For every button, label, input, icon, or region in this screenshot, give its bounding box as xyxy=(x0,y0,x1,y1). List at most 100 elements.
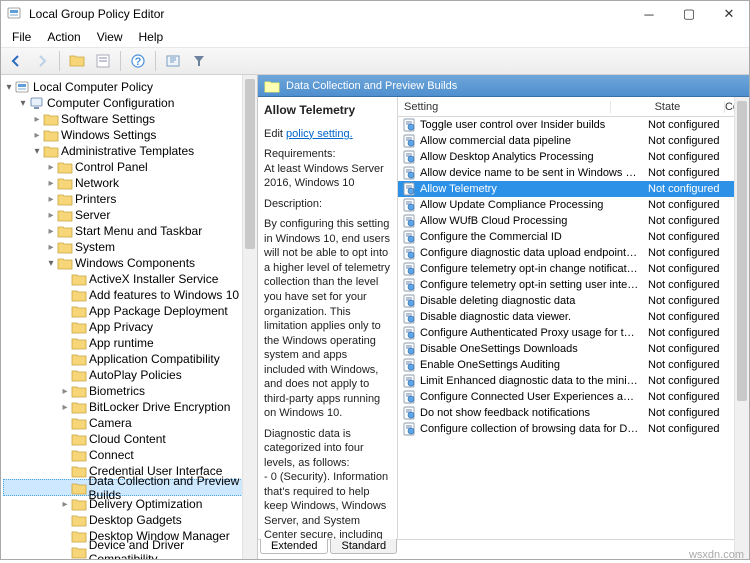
menu-file[interactable]: File xyxy=(5,28,38,46)
setting-row[interactable]: Allow TelemetryNot configured xyxy=(398,181,749,197)
export-button[interactable] xyxy=(162,50,184,72)
folder-icon xyxy=(71,448,87,462)
folder-icon xyxy=(57,256,73,270)
tree-node[interactable]: Control Panel xyxy=(3,159,257,175)
tree-node-label: Network xyxy=(75,176,119,190)
setting-row[interactable]: Toggle user control over Insider buildsN… xyxy=(398,117,749,133)
menu-action[interactable]: Action xyxy=(40,28,87,46)
back-button[interactable] xyxy=(5,50,27,72)
expand-toggle[interactable] xyxy=(45,194,57,205)
tree-node[interactable]: AutoPlay Policies xyxy=(3,367,257,383)
setting-row[interactable]: Allow Desktop Analytics ProcessingNot co… xyxy=(398,149,749,165)
tree-node[interactable]: Windows Settings xyxy=(3,127,257,143)
tree-node[interactable]: Cloud Content xyxy=(3,431,257,447)
setting-row[interactable]: Limit Enhanced diagnostic data to the mi… xyxy=(398,373,749,389)
col-state[interactable]: State xyxy=(611,101,725,113)
settings-list[interactable]: Toggle user control over Insider buildsN… xyxy=(398,117,749,539)
setting-row[interactable]: Allow device name to be sent in Windows … xyxy=(398,165,749,181)
setting-row[interactable]: Allow commercial data pipelineNot config… xyxy=(398,133,749,149)
tree-node[interactable]: System xyxy=(3,239,257,255)
expand-toggle[interactable] xyxy=(59,499,71,510)
expand-toggle[interactable] xyxy=(31,114,43,125)
expand-toggle[interactable] xyxy=(3,82,15,93)
setting-row[interactable]: Disable deleting diagnostic dataNot conf… xyxy=(398,293,749,309)
tree-node[interactable]: Device and Driver Compatibility xyxy=(3,544,257,559)
expand-toggle[interactable] xyxy=(45,226,57,237)
col-setting[interactable]: Setting xyxy=(398,101,611,113)
tree-node[interactable]: App runtime xyxy=(3,335,257,351)
expand-toggle[interactable] xyxy=(45,210,57,221)
setting-row[interactable]: Configure telemetry opt-in setting user … xyxy=(398,277,749,293)
expand-toggle[interactable] xyxy=(45,162,57,173)
tree-node[interactable]: App Package Deployment xyxy=(3,303,257,319)
setting-row[interactable]: Do not show feedback notificationsNot co… xyxy=(398,405,749,421)
up-button[interactable] xyxy=(66,50,88,72)
filter-button[interactable] xyxy=(188,50,210,72)
policy-icon xyxy=(402,374,416,388)
tree-node[interactable]: Computer Configuration xyxy=(3,95,257,111)
setting-state: Not configured xyxy=(640,167,740,179)
tree-scrollbar[interactable] xyxy=(242,75,257,559)
column-headers[interactable]: Setting State Co xyxy=(398,97,749,117)
expand-toggle[interactable] xyxy=(45,258,57,269)
tree-node[interactable]: App Privacy xyxy=(3,319,257,335)
setting-state: Not configured xyxy=(640,119,740,131)
setting-row[interactable]: Enable OneSettings AuditingNot configure… xyxy=(398,357,749,373)
expand-toggle[interactable] xyxy=(59,386,71,397)
tree-node-label: ActiveX Installer Service xyxy=(89,272,218,286)
close-button[interactable]: ✕ xyxy=(709,1,749,27)
tree-node[interactable]: Application Compatibility xyxy=(3,351,257,367)
setting-row[interactable]: Disable OneSettings DownloadsNot configu… xyxy=(398,341,749,357)
forward-button[interactable] xyxy=(31,50,53,72)
tree-node[interactable]: Data Collection and Preview Builds xyxy=(3,479,257,496)
expand-toggle[interactable] xyxy=(17,98,29,109)
setting-row[interactable]: Allow Update Compliance ProcessingNot co… xyxy=(398,197,749,213)
tree-node[interactable]: Administrative Templates xyxy=(3,143,257,159)
expand-toggle[interactable] xyxy=(31,130,43,141)
setting-row[interactable]: Allow WUfB Cloud ProcessingNot configure… xyxy=(398,213,749,229)
setting-row[interactable]: Configure collection of browsing data fo… xyxy=(398,421,749,437)
setting-row[interactable]: Configure Authenticated Proxy usage for … xyxy=(398,325,749,341)
setting-row[interactable]: Configure the Commercial IDNot configure… xyxy=(398,229,749,245)
tree-node[interactable]: Local Computer Policy xyxy=(3,79,257,95)
tree-node[interactable]: Biometrics xyxy=(3,383,257,399)
tree-node[interactable]: Software Settings xyxy=(3,111,257,127)
tab-standard[interactable]: Standard xyxy=(330,539,397,554)
setting-row[interactable]: Disable diagnostic data viewer.Not confi… xyxy=(398,309,749,325)
tree-node[interactable]: Network xyxy=(3,175,257,191)
help-button[interactable]: ? xyxy=(127,50,149,72)
tree-node-label: Camera xyxy=(89,416,132,430)
tree-node[interactable]: Server xyxy=(3,207,257,223)
window-title: Local Group Policy Editor xyxy=(29,7,629,21)
maximize-button[interactable]: ▢ xyxy=(669,1,709,27)
setting-name: Configure telemetry opt-in setting user … xyxy=(420,279,640,291)
tree-node[interactable]: BitLocker Drive Encryption xyxy=(3,399,257,415)
tree-node[interactable]: Add features to Windows 10 xyxy=(3,287,257,303)
tree-node[interactable]: ActiveX Installer Service xyxy=(3,271,257,287)
tree-node[interactable]: Windows Components xyxy=(3,255,257,271)
minimize-button[interactable]: ─ xyxy=(629,1,669,27)
properties-button[interactable] xyxy=(92,50,114,72)
tree-node[interactable]: Start Menu and Taskbar xyxy=(3,223,257,239)
edit-policy-link[interactable]: policy setting. xyxy=(286,128,353,140)
tree-panel[interactable]: Local Computer PolicyComputer Configurat… xyxy=(1,75,258,559)
expand-toggle[interactable] xyxy=(45,242,57,253)
setting-row[interactable]: Configure diagnostic data upload endpoin… xyxy=(398,245,749,261)
setting-name: Configure diagnostic data upload endpoin… xyxy=(420,247,640,259)
expand-toggle[interactable] xyxy=(31,146,43,157)
tab-extended[interactable]: Extended xyxy=(260,539,328,554)
setting-row[interactable]: Configure Connected User Experiences and… xyxy=(398,389,749,405)
expand-toggle[interactable] xyxy=(59,402,71,413)
tree-node[interactable]: Desktop Gadgets xyxy=(3,512,257,528)
expand-toggle[interactable] xyxy=(45,178,57,189)
settings-scrollbar[interactable] xyxy=(734,97,749,559)
menu-view[interactable]: View xyxy=(90,28,130,46)
policy-icon xyxy=(402,246,416,260)
setting-row[interactable]: Configure telemetry opt-in change notifi… xyxy=(398,261,749,277)
pc-icon xyxy=(29,96,45,110)
tree-node[interactable]: Camera xyxy=(3,415,257,431)
tree-node[interactable]: Connect xyxy=(3,447,257,463)
tree-node[interactable]: Printers xyxy=(3,191,257,207)
menu-help[interactable]: Help xyxy=(132,28,171,46)
setting-name: Allow device name to be sent in Windows … xyxy=(420,167,640,179)
